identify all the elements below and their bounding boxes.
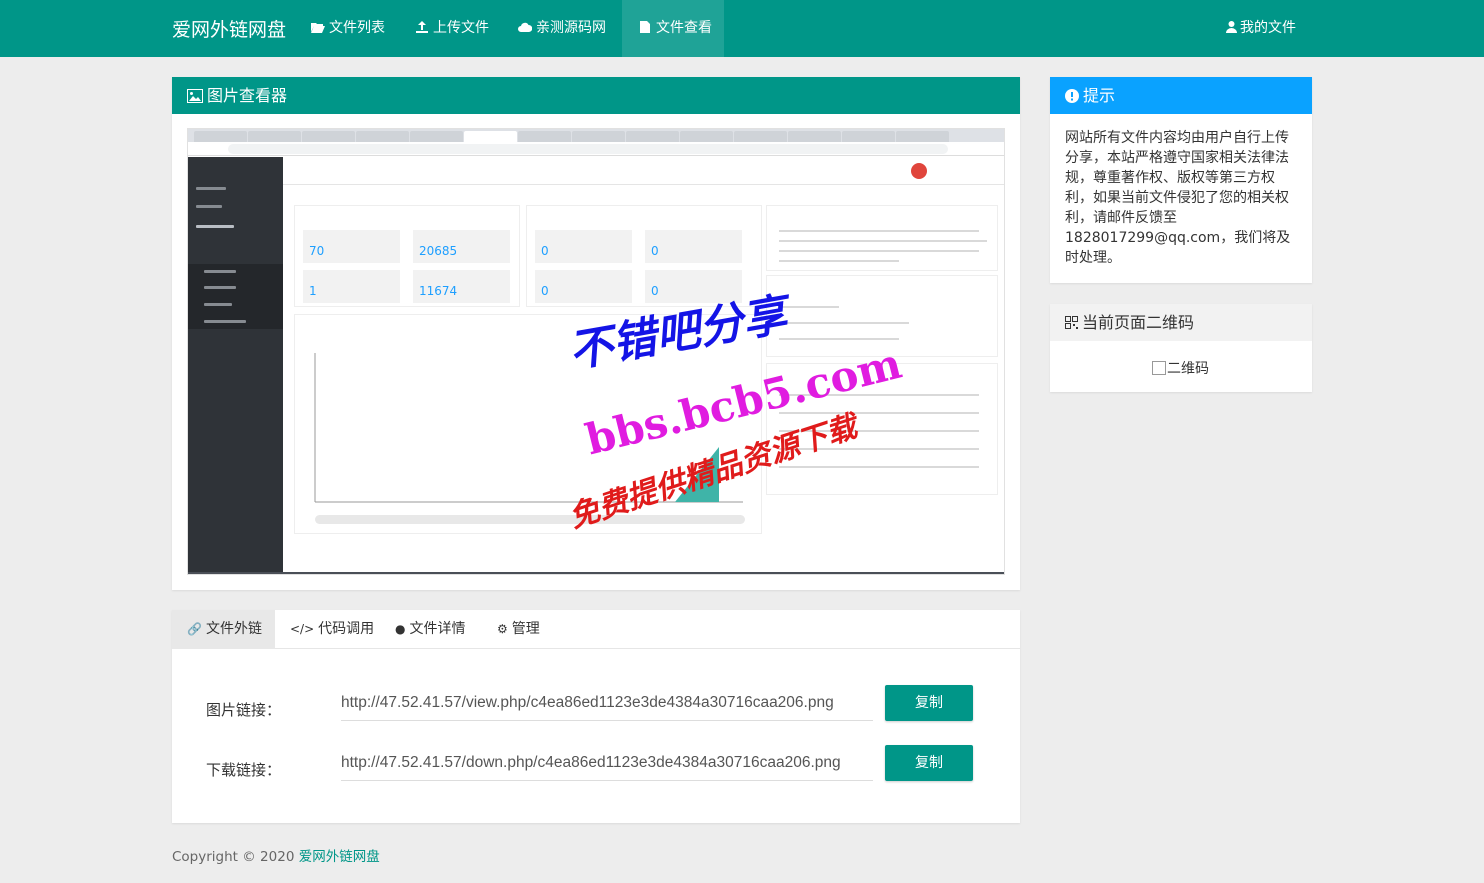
browser-tab [410,131,463,142]
stat-card: 0 [535,270,632,303]
tip-panel: 提示 网站所有文件内容均由用户自行上传分享，本站严格遵守国家相关法律法规，尊重著… [1050,77,1312,283]
browser-tab [842,131,895,142]
nav-file-view[interactable]: 文件查看 [622,0,724,57]
stat-card: 1 [303,270,400,303]
browser-tab [896,131,949,142]
broken-image-icon [1152,361,1166,375]
browser-tab [626,131,679,142]
link-icon: 🔗 [187,622,202,636]
copy-image-link-button[interactable]: 复制 [885,685,973,721]
browser-tab [356,131,409,142]
text-line [779,322,909,324]
stat-card: 70 [303,230,400,263]
image-viewer-title: 图片查看器 [207,86,288,105]
tip-text: 网站所有文件内容均由用户自行上传分享，本站严格遵守国家相关法律法规，尊重著作权、… [1065,130,1291,266]
browser-tab [464,131,517,142]
browser-address-bar [188,142,1004,156]
tab-code-embed[interactable]: </> 代码调用 [275,610,389,649]
text-line [779,306,839,308]
os-taskbar [188,572,1004,574]
browser-tab [788,131,841,142]
image-link-label: 图片链接： [206,701,282,719]
admin-topbar [283,157,1004,185]
file-links-panel: 🔗 文件外链 </> 代码调用 ● 文件详情 ⚙ 管理 图片链接： http://47.… [172,610,1020,823]
qr-panel: 当前页面二维码 二维码 [1050,304,1312,392]
user-icon [1226,21,1237,33]
image-viewer-header: 图片查看器 [172,77,1020,114]
folder-open-icon [311,23,325,33]
info-box [766,205,998,271]
text-line [779,260,899,262]
qr-image: 二维码 [1152,358,1209,378]
stats-group-left: 70 20685 1 11674 [294,205,520,307]
browser-tab [680,131,733,142]
text-line [779,466,979,468]
qr-header: 当前页面二维码 [1050,304,1312,341]
site-brand[interactable]: 爱网外链网盘 [172,15,286,42]
exclamation-circle-icon [1065,89,1079,103]
code-icon: </> [290,622,315,636]
copy-download-link-button[interactable]: 复制 [885,745,973,781]
browser-tab [302,131,355,142]
cloud-icon [518,22,532,32]
file-icon [640,21,650,33]
chart-zoom-slider [315,515,745,524]
text-line [779,250,979,252]
sidebar-line [196,225,234,228]
upload-icon [416,21,428,33]
sidebar-line [204,286,236,289]
sidebar-submenu [188,264,283,329]
nav-my-files[interactable]: 我的文件 [1216,0,1306,57]
nav-source-site[interactable]: 亲测源码网 [502,0,622,57]
tab-file-details[interactable]: ● 文件详情 [380,610,480,649]
stat-card: 0 [535,230,632,263]
avatar [911,163,927,179]
nav-file-list[interactable]: 文件列表 [295,0,401,57]
tab-file-link[interactable]: 🔗 文件外链 [172,610,275,649]
sidebar-line [204,303,232,306]
tip-title: 提示 [1083,86,1116,105]
gear-icon: ⚙ [497,622,508,636]
browser-tab [194,131,247,142]
sidebar-line [204,320,246,323]
info-circle-icon: ● [395,622,406,636]
download-link-label: 下载链接： [206,761,282,779]
footer-site-link[interactable]: 爱网外链网盘 [299,849,380,865]
text-line [779,338,899,340]
top-navbar: 爱网外链网盘 文件列表 上传文件 亲测源码网 文件查看 我的文件 [0,0,1484,57]
tab-manage[interactable]: ⚙ 管理 [482,610,555,649]
text-line [779,230,979,232]
sidebar-line [196,205,222,208]
address-box [228,144,948,154]
sidebar-line [196,187,226,190]
browser-tab [248,131,301,142]
image-viewer-panel: 图片查看器 70 20685 1 11674 0 0 0 0 不错吧分享 bbs… [172,77,1020,590]
text-line [779,240,987,242]
image-link-field[interactable]: http://47.52.41.57/view.php/c4ea86ed1123… [341,685,873,721]
browser-tab [572,131,625,142]
qr-title: 当前页面二维码 [1082,313,1195,332]
footer: Copyright © 2020 爱网外链网盘 [172,845,380,865]
browser-tab [734,131,787,142]
browser-tab-strip [188,129,1004,142]
download-link-field[interactable]: http://47.52.41.57/down.php/c4ea86ed1123… [341,745,873,781]
admin-sidebar [188,157,283,574]
browser-tab [518,131,571,142]
stat-card: 20685 [413,230,510,263]
stat-card: 0 [645,230,742,263]
footer-copyright: Copyright © 2020 [172,849,295,865]
links-tab-bar: 🔗 文件外链 </> 代码调用 ● 文件详情 ⚙ 管理 [172,610,1020,649]
stat-card: 11674 [413,270,510,303]
qrcode-icon [1065,316,1078,329]
nav-upload[interactable]: 上传文件 [399,0,505,57]
image-icon [187,89,203,103]
sidebar-line [204,270,236,273]
tip-header: 提示 [1050,77,1312,114]
